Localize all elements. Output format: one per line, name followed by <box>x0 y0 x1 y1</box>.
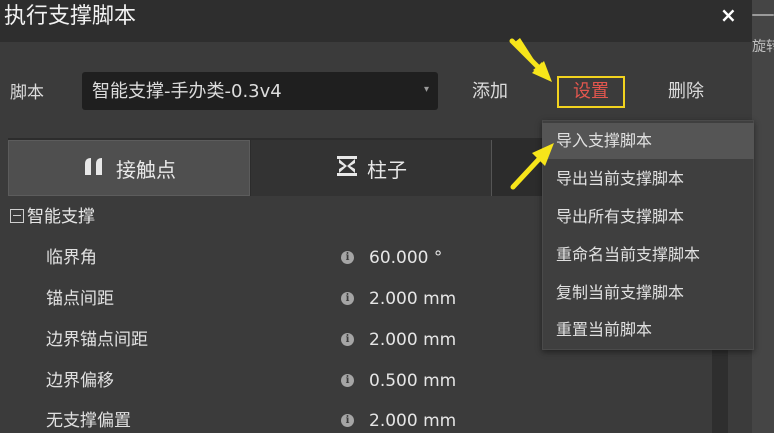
property-label: 锚点间距 <box>46 289 114 309</box>
property-label: 边界锚点间距 <box>46 330 148 350</box>
menu-item-copy-current-script[interactable]: 复制当前支撑脚本 <box>542 275 754 311</box>
contact-point-icon <box>82 155 108 182</box>
property-label: 边界偏移 <box>46 371 114 391</box>
property-label: 无支撑偏置 <box>46 411 131 431</box>
dialog-title: 执行支撑脚本 <box>4 4 137 29</box>
chevron-down-icon: ▾ <box>424 84 430 95</box>
settings-button[interactable]: 设置 <box>557 76 625 108</box>
background-window-strip <box>752 0 774 433</box>
collapse-icon[interactable] <box>10 209 24 223</box>
section-title: 智能支撑 <box>27 207 95 227</box>
tab-pillar-label: 柱子 <box>367 157 407 182</box>
info-icon[interactable]: i <box>341 251 354 264</box>
info-icon[interactable]: i <box>341 292 354 305</box>
property-value[interactable]: 0.500 mm <box>369 370 456 392</box>
script-select-value: 智能支撑-手办类-0.3v4 <box>92 81 282 102</box>
info-icon[interactable]: i <box>341 414 354 427</box>
property-value[interactable]: 2.000 mm <box>369 288 456 310</box>
background-window-divider <box>752 14 774 16</box>
menu-item-rename-current-script[interactable]: 重命名当前支撑脚本 <box>542 237 754 273</box>
add-script-button[interactable]: 添加 <box>472 80 508 104</box>
menu-item-export-all-scripts[interactable]: 导出所有支撑脚本 <box>542 199 754 235</box>
section-smart-support[interactable]: 智能支撑 <box>10 206 95 228</box>
script-label: 脚本 <box>10 83 44 103</box>
menu-item-export-current-script[interactable]: 导出当前支撑脚本 <box>542 161 754 197</box>
menu-item-import-script[interactable]: 导入支撑脚本 <box>542 123 754 159</box>
info-icon[interactable]: i <box>341 374 354 387</box>
property-value[interactable]: 60.000 ° <box>369 247 442 269</box>
tab-contact-point-label: 接触点 <box>116 157 176 182</box>
close-button[interactable]: × <box>720 2 737 28</box>
tab-contact-point[interactable]: 接触点 <box>8 140 250 196</box>
info-icon[interactable]: i <box>341 333 354 346</box>
delete-script-button[interactable]: 删除 <box>668 80 704 104</box>
property-value[interactable]: 2.000 mm <box>369 329 456 351</box>
property-value[interactable]: 2.000 mm <box>369 410 456 432</box>
pillar-icon <box>335 155 359 182</box>
tab-pillar[interactable]: 柱子 <box>251 140 492 196</box>
background-window-text: 旋转 <box>752 39 774 55</box>
menu-item-reset-current-script[interactable]: 重置当前脚本 <box>542 312 754 348</box>
property-label: 临界角 <box>46 248 97 268</box>
